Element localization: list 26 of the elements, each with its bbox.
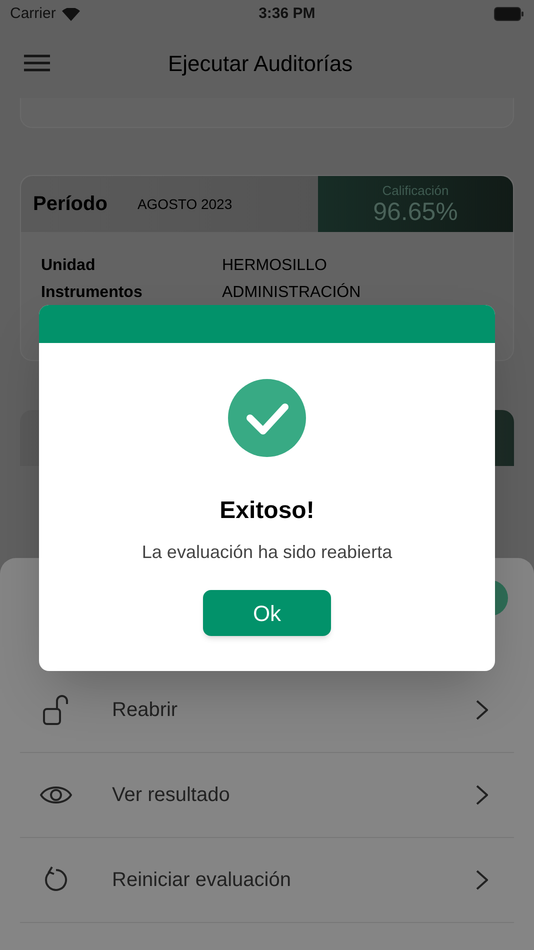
score-value: 96.65%: [373, 198, 458, 226]
dialog-message: La evaluación ha sido reabierta: [142, 541, 392, 564]
dialog-title: Exitoso!: [220, 496, 314, 526]
battery-icon: [494, 7, 524, 21]
screen-title: Ejecutar Auditorías: [168, 50, 353, 78]
action-item[interactable]: Reiniciar evaluación: [20, 838, 514, 923]
score-label: Calificación: [382, 182, 449, 198]
chevron-right-icon: [476, 870, 488, 890]
period-label: Período: [33, 192, 108, 217]
field-value: ADMINISTRACIÓN: [222, 282, 361, 302]
carrier-label: Carrier: [10, 4, 56, 24]
wifi-icon: [62, 8, 80, 20]
reset-icon: [42, 866, 70, 894]
ok-button[interactable]: Ok: [203, 590, 331, 636]
field-label: Instrumentos: [41, 282, 144, 302]
check-icon: [228, 379, 306, 457]
field-label: Unidad: [41, 256, 96, 276]
period-value: AGOSTO 2023: [137, 194, 232, 214]
eye-icon: [40, 784, 72, 806]
field-value: HERMOSILLO: [222, 256, 327, 276]
chevron-right-icon: [476, 700, 488, 720]
unlock-icon: [42, 693, 70, 727]
menu-icon[interactable]: [24, 54, 50, 72]
chevron-right-icon: [476, 785, 488, 805]
action-item[interactable]: Ver resultado: [20, 753, 514, 838]
status-time: 3:36 PM: [258, 4, 316, 24]
